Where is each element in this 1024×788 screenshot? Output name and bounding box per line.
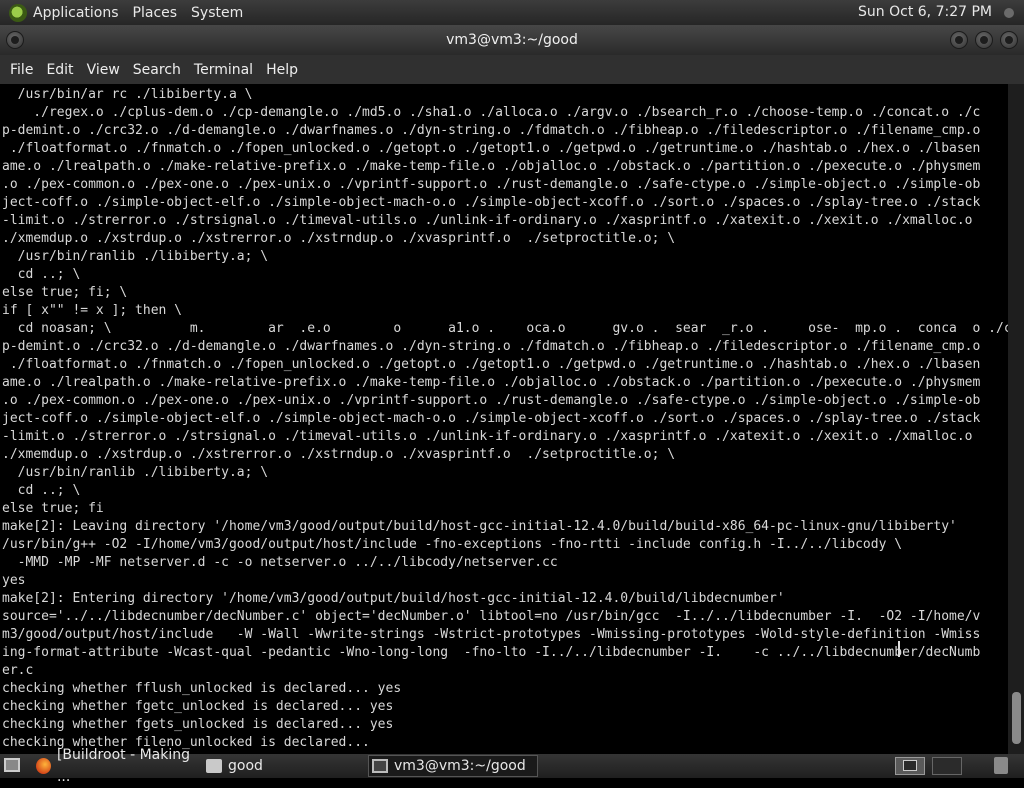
mouse-ibeam-cursor-icon — [898, 641, 900, 657]
distro-logo-icon[interactable] — [9, 3, 27, 22]
task-terminal-label: vm3@vm3:~/good — [394, 758, 526, 774]
firefox-icon — [36, 758, 51, 774]
terminal-text: /usr/bin/ar rc ./libiberty.a \ ./regex.o… — [2, 87, 1008, 750]
places-menu[interactable]: Places — [133, 5, 178, 21]
task-browser-label: [Buildroot - Making ... — [56, 747, 190, 785]
menubar: File Edit View Search Terminal Help — [0, 55, 1024, 84]
task-file-manager-label: good — [228, 758, 263, 774]
menu-search[interactable]: Search — [133, 62, 181, 78]
workspace-1[interactable] — [895, 757, 925, 775]
trash-icon[interactable] — [994, 757, 1008, 774]
menu-file[interactable]: File — [10, 62, 33, 78]
bottom-panel: [Buildroot - Making ... good vm3@vm3:~/g… — [0, 747, 1024, 785]
top-panel: Applications Places System Sun Oct 6, 7:… — [0, 0, 1024, 25]
show-desktop-icon[interactable] — [4, 758, 20, 772]
notification-icon[interactable] — [1004, 8, 1014, 18]
minimize-button[interactable] — [950, 31, 968, 49]
menu-terminal[interactable]: Terminal — [194, 62, 253, 78]
close-button[interactable] — [1000, 31, 1018, 49]
task-file-manager[interactable]: good — [202, 755, 362, 777]
clock[interactable]: Sun Oct 6, 7:27 PM — [858, 4, 992, 20]
task-terminal[interactable]: vm3@vm3:~/good — [368, 755, 538, 777]
workspace-2[interactable] — [932, 757, 962, 775]
folder-icon — [206, 759, 222, 773]
system-menu[interactable]: System — [191, 5, 243, 21]
terminal-output[interactable]: /usr/bin/ar rc ./libiberty.a \ ./regex.o… — [0, 84, 1008, 754]
scrollbar-thumb[interactable] — [1012, 692, 1021, 744]
window-titlebar[interactable]: vm3@vm3:~/good — [0, 25, 1024, 55]
menu-help[interactable]: Help — [266, 62, 298, 78]
menu-view[interactable]: View — [87, 62, 120, 78]
terminal-icon — [372, 759, 388, 773]
task-browser[interactable]: [Buildroot - Making ... — [32, 747, 198, 785]
window-title: vm3@vm3:~/good — [446, 32, 578, 48]
maximize-button[interactable] — [975, 31, 993, 49]
menu-edit[interactable]: Edit — [46, 62, 73, 78]
terminal-scrollbar[interactable] — [1008, 84, 1024, 754]
applications-menu[interactable]: Applications — [33, 5, 119, 21]
window-menu-button[interactable] — [6, 31, 24, 49]
